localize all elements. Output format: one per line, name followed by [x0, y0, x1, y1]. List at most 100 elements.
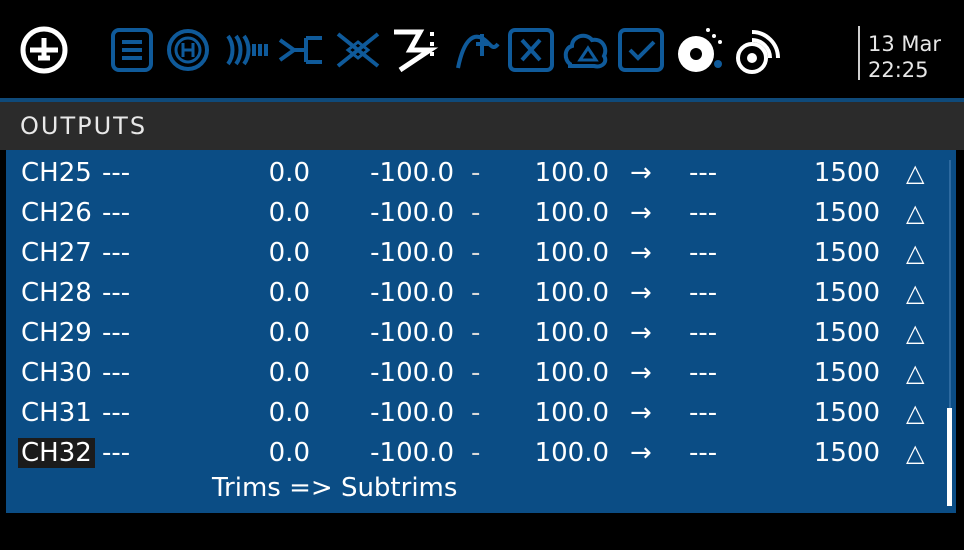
- top-toolbar: 13 Mar 22:25: [0, 0, 964, 98]
- curves-icon[interactable]: [452, 24, 502, 76]
- channel-name[interactable]: CH32: [18, 438, 95, 468]
- range-separator: -: [471, 318, 481, 348]
- output-row[interactable]: CH29 --- 0.0 -100.0-100.0 → --- 1500 △: [6, 314, 956, 354]
- output-row[interactable]: CH30 --- 0.0 -100.0-100.0 → --- 1500 △: [6, 354, 956, 394]
- channel-ppm-center: 1500: [813, 398, 880, 428]
- channel-max: 100.0: [534, 438, 609, 468]
- scrollbar-thumb[interactable]: [947, 408, 952, 506]
- channel-direction-icon: △: [906, 359, 925, 387]
- channel-direction-icon: △: [906, 239, 925, 267]
- channel-ppm-center: 1500: [813, 158, 880, 188]
- channel-name[interactable]: CH28: [18, 278, 95, 308]
- channel-name[interactable]: CH30: [18, 358, 95, 388]
- channel-min: -100.0: [370, 238, 454, 268]
- channel-curve: ---: [689, 318, 718, 348]
- channel-ppm-center: 1500: [813, 358, 880, 388]
- channel-name[interactable]: CH31: [18, 398, 95, 428]
- page-title-bar: OUTPUTS: [0, 102, 964, 150]
- channel-ppm-center: 1500: [813, 198, 880, 228]
- curve-arrow: →: [630, 238, 652, 268]
- channel-offset: 0.0: [268, 438, 310, 468]
- channel-min: -100.0: [370, 198, 454, 228]
- channel-direction-icon: △: [906, 199, 925, 227]
- channel-offset: 0.0: [268, 158, 310, 188]
- clock-divider: [858, 26, 860, 80]
- channel-direction-icon: △: [906, 319, 925, 347]
- channel-label: ---: [102, 238, 131, 268]
- channel-label: ---: [102, 198, 131, 228]
- model-select-icon[interactable]: [18, 24, 70, 76]
- model-setup-icon[interactable]: [108, 24, 156, 76]
- telemetry-icon[interactable]: [730, 24, 782, 76]
- channel-name[interactable]: CH25: [18, 158, 95, 188]
- channel-curve: ---: [689, 398, 718, 428]
- channel-name[interactable]: CH29: [18, 318, 95, 348]
- channel-offset: 0.0: [268, 398, 310, 428]
- channel-direction-icon: △: [906, 279, 925, 307]
- channel-min: -100.0: [370, 438, 454, 468]
- output-row[interactable]: CH27 --- 0.0 -100.0-100.0 → --- 1500 △: [6, 234, 956, 274]
- range-separator: -: [471, 158, 481, 188]
- output-row[interactable]: CH26 --- 0.0 -100.0-100.0 → --- 1500 △: [6, 194, 956, 234]
- channel-ppm-center: 1500: [813, 438, 880, 468]
- range-separator: -: [471, 198, 481, 228]
- channel-name[interactable]: CH27: [18, 238, 95, 268]
- channel-min: -100.0: [370, 358, 454, 388]
- page-title: OUTPUTS: [20, 112, 148, 140]
- channel-label: ---: [102, 398, 131, 428]
- channel-offset: 0.0: [268, 278, 310, 308]
- channel-curve: ---: [689, 278, 718, 308]
- channel-offset: 0.0: [268, 318, 310, 348]
- output-row[interactable]: CH32 --- 0.0 -100.0-100.0 → --- 1500 △: [6, 434, 956, 474]
- channel-label: ---: [102, 278, 131, 308]
- channel-ppm-center: 1500: [813, 238, 880, 268]
- clock-time: 22:25: [868, 58, 929, 82]
- channel-max: 100.0: [534, 318, 609, 348]
- channel-max: 100.0: [534, 158, 609, 188]
- channel-max: 100.0: [534, 238, 609, 268]
- channel-curve: ---: [689, 238, 718, 268]
- channel-label: ---: [102, 318, 131, 348]
- curve-arrow: →: [630, 278, 652, 308]
- channel-min: -100.0: [370, 398, 454, 428]
- channel-curve: ---: [689, 358, 718, 388]
- channel-label: ---: [102, 158, 131, 188]
- outputs-list: CH25 --- 0.0 -100.0-100.0 → --- 1500 △ CH26 --- 0.…: [6, 150, 956, 513]
- inputs-icon[interactable]: [220, 24, 272, 76]
- special-functions-icon[interactable]: [616, 24, 668, 76]
- curve-arrow: →: [630, 198, 652, 228]
- channel-ppm-center: 1500: [813, 278, 880, 308]
- mixer-x-icon[interactable]: [332, 24, 384, 76]
- heli-icon[interactable]: [164, 24, 212, 76]
- channel-offset: 0.0: [268, 238, 310, 268]
- clock-date: 13 Mar: [868, 32, 942, 56]
- channel-min: -100.0: [370, 158, 454, 188]
- channel-offset: 0.0: [268, 198, 310, 228]
- outputs-icon[interactable]: [388, 24, 444, 76]
- channel-direction-icon: △: [906, 159, 925, 187]
- output-row[interactable]: CH31 --- 0.0 -100.0-100.0 → --- 1500 △: [6, 394, 956, 434]
- range-separator: -: [471, 438, 481, 468]
- output-row[interactable]: CH28 --- 0.0 -100.0-100.0 → --- 1500 △: [6, 274, 956, 314]
- channel-curve: ---: [689, 198, 718, 228]
- curve-arrow: →: [630, 358, 652, 388]
- channel-max: 100.0: [534, 278, 609, 308]
- range-separator: -: [471, 278, 481, 308]
- channel-min: -100.0: [370, 318, 454, 348]
- channel-name[interactable]: CH26: [18, 198, 95, 228]
- checklist-icon[interactable]: [674, 24, 726, 76]
- channel-min: -100.0: [370, 278, 454, 308]
- trims-to-subtrims-button[interactable]: Trims => Subtrims: [212, 473, 457, 503]
- curve-arrow: →: [630, 158, 652, 188]
- curve-arrow: →: [630, 438, 652, 468]
- range-separator: -: [471, 238, 481, 268]
- channel-offset: 0.0: [268, 358, 310, 388]
- mixes-icon[interactable]: [276, 24, 328, 76]
- range-separator: -: [471, 398, 481, 428]
- global-variables-icon[interactable]: [506, 24, 556, 76]
- channel-max: 100.0: [534, 398, 609, 428]
- channel-label: ---: [102, 438, 131, 468]
- logical-switches-icon[interactable]: [560, 24, 614, 76]
- output-row[interactable]: CH25 --- 0.0 -100.0-100.0 → --- 1500 △: [6, 154, 956, 194]
- curve-arrow: →: [630, 318, 652, 348]
